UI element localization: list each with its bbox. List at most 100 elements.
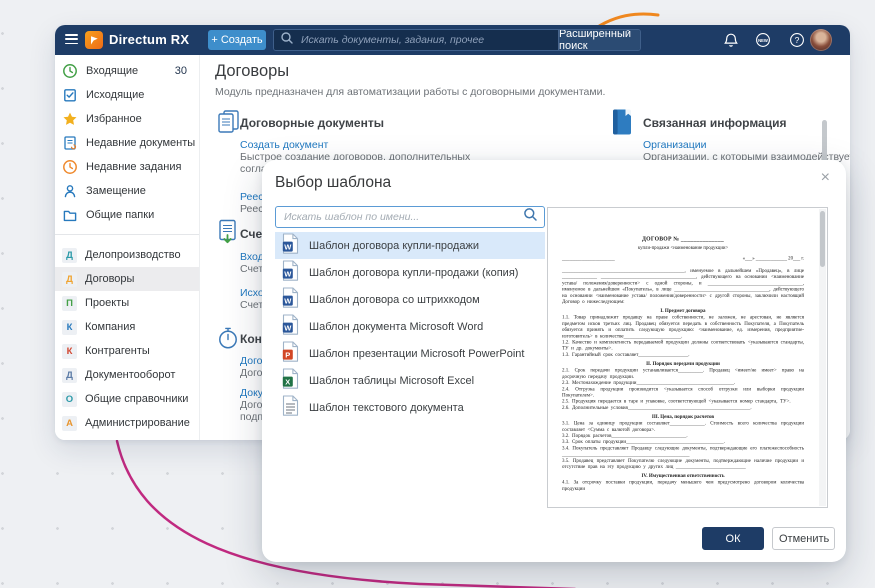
sidebar-group-main: Входящие30ИсходящиеИзбранное Недавние док… xyxy=(55,59,199,227)
preview-scrollbar-thumb[interactable] xyxy=(820,211,825,267)
template-label: Шаблон текстового документа xyxy=(309,402,464,414)
app-title: Directum RX xyxy=(109,25,189,55)
contract-documents-icon xyxy=(215,108,243,141)
template-label: Шаблон договора со штрихкодом xyxy=(309,294,480,306)
doc-line: ______________________«___» ____________… xyxy=(562,256,804,262)
sidebar-item-label: Администрирование xyxy=(85,417,190,429)
sidebar-item-projects[interactable]: П Проекты xyxy=(55,291,199,315)
sidebar-item-label: Контрагенты xyxy=(85,345,150,357)
sidebar-item-favorites[interactable]: Избранное xyxy=(55,107,199,131)
template-list-item[interactable]: Шаблон текстового документа xyxy=(275,394,545,421)
sidebar-item-label: Делопроизводство xyxy=(85,249,181,261)
template-list-item[interactable]: W Шаблон договора со штрихкодом xyxy=(275,286,545,313)
user-avatar[interactable] xyxy=(810,29,832,51)
svg-text:NEW: NEW xyxy=(758,38,768,43)
search-field[interactable] xyxy=(274,30,558,50)
template-picker-dialog: × Выбор шаблона WШаблон договора купли-п… xyxy=(262,160,846,562)
menu-icon[interactable] xyxy=(65,34,78,45)
clock-icon xyxy=(62,63,78,79)
page-subtitle: Модуль предназначен для автоматизации ра… xyxy=(215,86,605,98)
template-label: Шаблон презентации Microsoft PowerPoint xyxy=(309,348,524,360)
template-search-field[interactable] xyxy=(275,206,545,228)
template-list-item[interactable]: WШаблон договора купли-продажи xyxy=(275,232,545,259)
sidebar-item-label: Договоры xyxy=(85,273,134,285)
sidebar-item-label: Недавние документы xyxy=(86,137,195,149)
create-button[interactable]: + Создать xyxy=(208,30,266,50)
clipboard-check-icon xyxy=(62,87,78,103)
powerpoint-file-icon: P xyxy=(282,341,299,367)
sidebar-item-label: Недавние задания xyxy=(86,161,181,173)
module-letter-icon: Д xyxy=(62,368,77,383)
sidebar-item-inbox[interactable]: Входящие30 xyxy=(55,59,199,83)
sidebar-item-shared-folders[interactable]: Общие папки xyxy=(55,203,199,227)
sidebar-item-records-management[interactable]: Д Делопроизводство xyxy=(55,243,199,267)
close-icon[interactable]: × xyxy=(821,170,830,186)
excel-file-icon: X xyxy=(282,368,299,394)
sidebar-item-label: Компания xyxy=(85,321,135,333)
sidebar-divider xyxy=(55,234,199,235)
sidebar-item-counterparties[interactable]: ККонтрагенты xyxy=(55,339,199,363)
template-list-item[interactable]: WШаблон договора купли-продажи (копия) xyxy=(275,259,545,286)
sidebar-item-shared-directories[interactable]: О Общие справочники xyxy=(55,387,199,411)
doc-line: 4.1. За отсрочку поставки продукции, пер… xyxy=(562,480,804,492)
invoices-icon xyxy=(215,218,243,251)
unread-count-badge: 30 xyxy=(175,65,187,77)
ok-button[interactable]: ОК xyxy=(702,527,764,550)
doc-line: 3.4. Покупатель представляет Продавцу сл… xyxy=(562,445,804,457)
template-label: Шаблон договора купли-продажи (копия) xyxy=(309,267,518,279)
module-letter-icon: А xyxy=(62,416,77,431)
doc-line: III. Цена, порядок расчетов xyxy=(562,414,804,420)
sidebar-item-recent-tasks[interactable]: Недавние задания xyxy=(55,155,199,179)
sidebar-item-label: Общие справочники xyxy=(85,393,188,405)
sidebar-item-label: Документооборот xyxy=(85,369,175,381)
create-document-link[interactable]: Создать документ xyxy=(240,139,328,151)
template-list-item[interactable]: XШаблон таблицы Microsoft Excel xyxy=(275,367,545,394)
notifications-bell-icon[interactable] xyxy=(723,32,739,48)
doc-line: 1.2. Качество и комплектность передаваем… xyxy=(562,340,804,352)
template-list-item[interactable]: P Шаблон презентации Microsoft PowerPoint xyxy=(275,340,545,367)
sidebar-item-document-flow[interactable]: Д Документооборот xyxy=(55,363,199,387)
global-search: Расширенный поиск xyxy=(273,29,641,51)
whats-new-icon[interactable]: NEW xyxy=(755,32,771,48)
clock-icon xyxy=(62,159,78,175)
related-info-book-icon xyxy=(611,108,633,141)
organizations-link[interactable]: Организации xyxy=(643,139,707,151)
sidebar-item-substitution[interactable]: Замещение xyxy=(55,179,199,203)
template-search-input[interactable] xyxy=(282,210,523,224)
doc-line: 2.5. Продукция передается в таре и упако… xyxy=(562,399,804,405)
person-icon xyxy=(62,183,78,199)
global-search-input[interactable] xyxy=(299,33,552,47)
section-heading-contract-documents: Договорные документы xyxy=(240,116,384,130)
module-letter-icon: О xyxy=(62,392,77,407)
sidebar-item-company[interactable]: ККомпания xyxy=(55,315,199,339)
word-file-icon: W xyxy=(282,287,299,313)
sidebar-item-label: Проекты xyxy=(85,297,129,309)
sidebar-item-label: Замещение xyxy=(86,185,146,197)
sidebar-item-outbox[interactable]: Исходящие xyxy=(55,83,199,107)
document-preview-page: ДОГОВОР № ______________купли-продажи <н… xyxy=(548,208,819,507)
doc-line: 3.1. Цена за единицу продукции составляе… xyxy=(562,421,804,433)
doc-line: IV. Имущественная ответственность xyxy=(562,473,804,479)
doc-line: купли-продажи <наименование продукции> xyxy=(562,245,804,251)
svg-text:?: ? xyxy=(795,35,800,45)
cancel-button[interactable]: Отменить xyxy=(772,527,835,550)
module-letter-icon: Д xyxy=(62,272,77,287)
template-list-item[interactable]: WШаблон документа Microsoft Word xyxy=(275,313,545,340)
app-logo-icon[interactable] xyxy=(85,31,103,49)
search-icon xyxy=(523,207,538,227)
sidebar-item-recent-documents[interactable]: Недавние документы xyxy=(55,131,199,155)
module-letter-icon: Д xyxy=(62,248,77,263)
contract-document-text: ДОГОВОР № ______________купли-продажи <н… xyxy=(548,208,818,492)
content-scrollbar[interactable] xyxy=(822,120,827,162)
section-heading-related: Связанная информация xyxy=(643,116,787,130)
advanced-search-button[interactable]: Расширенный поиск xyxy=(558,30,640,50)
help-icon[interactable]: ? xyxy=(789,32,805,48)
topbar: Directum RX + Создать Расширенный поиск … xyxy=(55,25,850,55)
sidebar-item-contracts[interactable]: Д Договоры xyxy=(55,267,199,291)
sidebar-item-administration[interactable]: А Администрирование xyxy=(55,411,199,435)
doc-line: ________________________________________… xyxy=(562,268,804,305)
preview-scrollbar[interactable] xyxy=(819,209,826,506)
doc-line: II. Порядок передачи продукции xyxy=(562,361,804,367)
svg-text:W: W xyxy=(284,323,292,332)
module-letter-icon: П xyxy=(62,296,77,311)
